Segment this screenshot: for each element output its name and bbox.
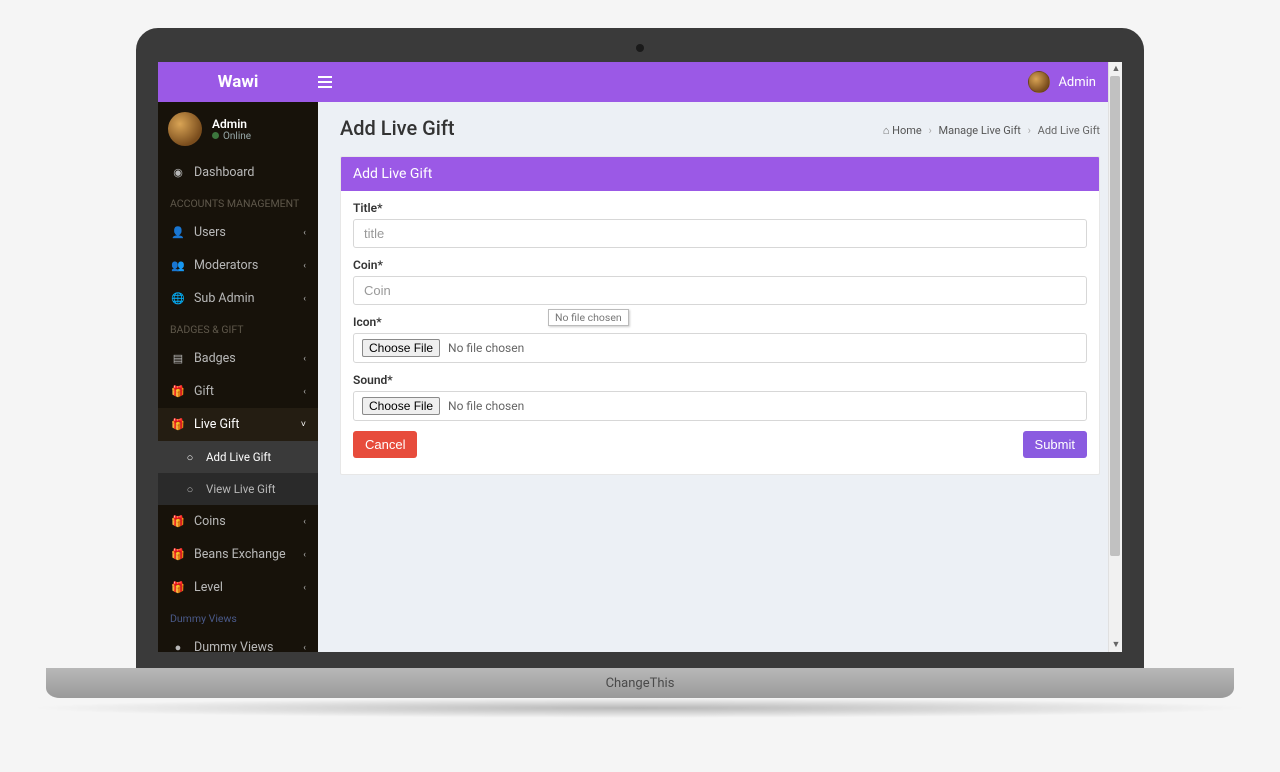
sidebar-item-moderators[interactable]: 👥 Moderators ‹: [158, 249, 318, 282]
scroll-down-icon: ▼: [1110, 639, 1122, 651]
chevron-down-icon: ˅: [301, 419, 306, 430]
breadcrumb-home[interactable]: Home: [892, 124, 922, 137]
app-screen: Wawi Admin Admin Online: [158, 62, 1122, 652]
page-title: Add Live Gift: [340, 116, 455, 140]
sidebar-item-label: Badges: [194, 351, 236, 366]
file-status-text: No file chosen: [448, 341, 524, 355]
laptop-frame: Wawi Admin Admin Online: [136, 28, 1144, 718]
sidebar-item-label: Users: [194, 225, 226, 240]
chevron-left-icon: ‹: [303, 387, 306, 397]
sidebar-item-label: Sub Admin: [194, 291, 255, 306]
chevron-left-icon: ‹: [303, 643, 306, 653]
chevron-left-icon: ‹: [303, 261, 306, 271]
sound-file-input[interactable]: Choose File No file chosen: [353, 391, 1087, 421]
title-label: Title*: [353, 201, 1087, 215]
sidebar: Admin Online ◉ Dashboard ACCOUNTS MANAGE…: [158, 102, 318, 652]
sidebar-user-name: Admin: [212, 117, 251, 131]
top-user-name: Admin: [1058, 75, 1096, 90]
sidebar-header-accounts: ACCOUNTS MANAGEMENT: [158, 189, 318, 216]
chevron-left-icon: ‹: [303, 354, 306, 364]
sidebar-item-dummy[interactable]: ● Dummy Views ‹: [158, 631, 318, 652]
sidebar-user-status: Online: [212, 131, 251, 142]
sidebar-item-label: Add Live Gift: [206, 450, 271, 464]
gift-icon: 🎁: [170, 515, 186, 528]
home-icon: ⌂: [883, 124, 890, 137]
sidebar-item-livegift[interactable]: 🎁 Live Gift ˅: [158, 408, 318, 441]
coin-label: Coin*: [353, 258, 1087, 272]
file-tooltip: No file chosen: [548, 309, 629, 326]
gift-icon: 🎁: [170, 548, 186, 561]
form-panel: Add Live Gift Title* Coin* Ico: [340, 156, 1100, 475]
sidebar-item-label: Live Gift: [194, 417, 239, 432]
panel-header: Add Live Gift: [341, 157, 1099, 191]
sidebar-header-dummy: Dummy Views: [158, 604, 318, 631]
sidebar-sub-view-live-gift[interactable]: ○ View Live Gift: [158, 473, 318, 505]
menu-toggle[interactable]: [318, 76, 358, 88]
circle-icon: ○: [182, 451, 198, 464]
avatar: [168, 112, 202, 146]
screen-bezel: Wawi Admin Admin Online: [136, 28, 1144, 668]
sidebar-item-label: Moderators: [194, 258, 258, 273]
sidebar-item-dashboard[interactable]: ◉ Dashboard: [158, 156, 318, 189]
user-icon: 👤: [170, 226, 186, 239]
sidebar-item-beans[interactable]: 🎁 Beans Exchange ‹: [158, 538, 318, 571]
laptop-shadow: [26, 698, 1254, 718]
chevron-left-icon: ‹: [303, 517, 306, 527]
icon-file-input[interactable]: Choose File No file chosen: [353, 333, 1087, 363]
chevron-left-icon: ‹: [303, 294, 306, 304]
sidebar-item-badges[interactable]: ▤ Badges ‹: [158, 342, 318, 375]
sidebar-item-gift[interactable]: 🎁 Gift ‹: [158, 375, 318, 408]
breadcrumb-manage[interactable]: Manage Live Gift: [938, 124, 1020, 137]
breadcrumb-current: Add Live Gift: [1038, 124, 1100, 137]
brand-logo[interactable]: Wawi: [158, 72, 318, 92]
main-content: Add Live Gift ⌂ Home › Manage Live Gift …: [318, 102, 1122, 652]
avatar: [1028, 71, 1050, 93]
submit-button[interactable]: Submit: [1023, 431, 1087, 458]
sidebar-item-label: Beans Exchange: [194, 547, 286, 562]
status-dot-icon: [212, 132, 219, 139]
sidebar-item-label: Dummy Views: [194, 640, 274, 652]
gift-icon: 🎁: [170, 418, 186, 431]
circle-icon: ○: [182, 483, 198, 496]
sound-label: Sound*: [353, 373, 1087, 387]
circle-icon: ●: [170, 641, 186, 652]
globe-icon: 🌐: [170, 292, 186, 305]
breadcrumb: ⌂ Home › Manage Live Gift › Add Live Gif…: [883, 124, 1100, 137]
laptop-brand-label: ChangeThis: [606, 676, 675, 691]
sidebar-item-users[interactable]: 👤 Users ‹: [158, 216, 318, 249]
top-bar: Wawi Admin: [158, 62, 1122, 102]
gift-icon: 🎁: [170, 581, 186, 594]
sidebar-item-level[interactable]: 🎁 Level ‹: [158, 571, 318, 604]
coin-input[interactable]: [353, 276, 1087, 305]
sidebar-item-label: Level: [194, 580, 223, 595]
camera-dot: [636, 44, 644, 52]
sidebar-item-coins[interactable]: 🎁 Coins ‹: [158, 505, 318, 538]
dashboard-icon: ◉: [170, 166, 186, 179]
sidebar-item-label: View Live Gift: [206, 482, 276, 496]
sidebar-item-label: Coins: [194, 514, 226, 529]
chevron-left-icon: ‹: [303, 550, 306, 560]
choose-file-button[interactable]: Choose File: [362, 397, 440, 415]
sidebar-item-label: Dashboard: [194, 165, 254, 180]
scroll-up-icon: ▲: [1110, 63, 1122, 75]
chevron-left-icon: ‹: [303, 583, 306, 593]
gift-icon: 🎁: [170, 385, 186, 398]
sidebar-sub-add-live-gift[interactable]: ○ Add Live Gift: [158, 441, 318, 473]
sidebar-item-label: Gift: [194, 384, 214, 399]
file-status-text: No file chosen: [448, 399, 524, 413]
title-input[interactable]: [353, 219, 1087, 248]
laptop-base: ChangeThis: [46, 668, 1234, 698]
hamburger-icon: [318, 76, 332, 88]
cancel-button[interactable]: Cancel: [353, 431, 417, 458]
sidebar-user-panel: Admin Online: [158, 102, 318, 156]
book-icon: ▤: [170, 352, 186, 365]
users-icon: 👥: [170, 259, 186, 272]
chevron-left-icon: ‹: [303, 228, 306, 238]
vertical-scrollbar[interactable]: ▲ ▼: [1108, 62, 1122, 652]
icon-label: Icon*: [353, 315, 1087, 329]
choose-file-button[interactable]: Choose File: [362, 339, 440, 357]
sidebar-header-badges: BADGES & GIFT: [158, 315, 318, 342]
scrollbar-thumb[interactable]: [1110, 76, 1120, 556]
sidebar-item-subadmin[interactable]: 🌐 Sub Admin ‹: [158, 282, 318, 315]
